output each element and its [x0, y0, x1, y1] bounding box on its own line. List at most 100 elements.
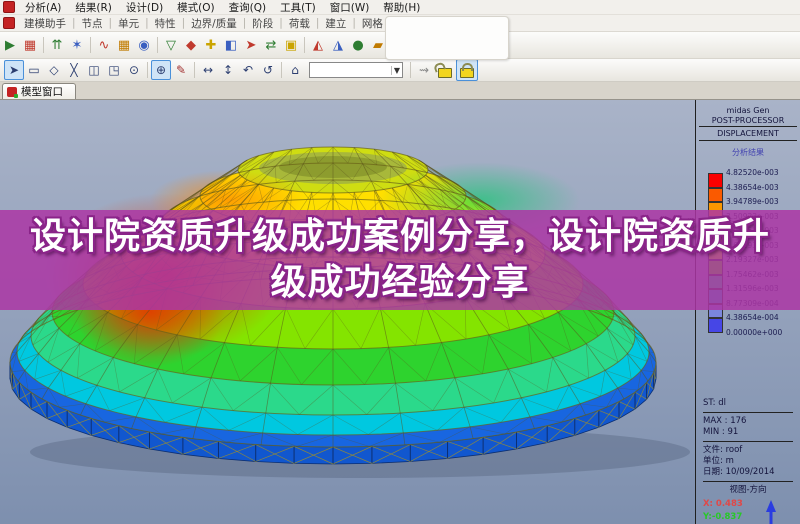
view-direction-y: Y:-0.837 [703, 511, 749, 524]
ribbon-tab-node[interactable]: 节点 [76, 16, 109, 31]
buckling-mode-icon[interactable]: ⇄ [261, 35, 281, 55]
dynamic-zoom-icon[interactable]: ↕ [218, 60, 238, 80]
menu-mode[interactable]: 模式(O) [170, 0, 221, 15]
view-prev-icon[interactable]: ↶ [238, 60, 258, 80]
vibration-mode-icon[interactable]: ➤ [241, 35, 261, 55]
midas-gen-window: 分析(A)结果(R)设计(D)模式(O)查询(Q)工具(T)窗口(W)帮助(H)… [0, 0, 800, 524]
chevron-down-icon[interactable]: ▼ [391, 66, 402, 75]
plate-force-icon[interactable]: ✚ [201, 35, 221, 55]
toolbar-separator [194, 62, 195, 78]
banner-text-line1: 设计院资质升级成功案例分享，设计院资质升 [30, 214, 770, 260]
truss-force-icon[interactable]: ◆ [181, 35, 201, 55]
midas-logo-icon [7, 87, 17, 97]
brand-label: midas Gen [696, 106, 800, 115]
max-node-label: MAX : 176 [703, 416, 793, 427]
min-node-label: MIN : 91 [703, 427, 793, 438]
load-case-label: ST: dl [703, 398, 793, 409]
view-toolbar: ➤▭◇╳◫◳⊙ ⊕✎ ↔↕↶↺ ⌂ ▼ ⇝ [0, 59, 800, 82]
view-toolbar-icons: ➤▭◇╳◫◳⊙ ⊕✎ ↔↕↶↺ ⌂ [4, 60, 305, 80]
divider [703, 481, 793, 482]
named-view-combobox[interactable]: ▼ [309, 62, 403, 78]
model-viewport[interactable]: midas Gen POST-PROCESSOR DISPLACEMENT 分析… [0, 100, 800, 524]
floating-toolbar-panel [385, 16, 509, 60]
menu-design[interactable]: 设计(D) [119, 0, 170, 15]
animate-contour-icon[interactable]: ⇝ [414, 60, 434, 80]
ribbon-tab-properties[interactable]: 特性 [149, 16, 182, 31]
unit-label: 单位: m [703, 456, 793, 467]
view-direction-values: X: 0.483 Y:-0.837 Z: 0.259 [703, 498, 749, 524]
ribbon-tab-stage[interactable]: 阶段 [246, 16, 279, 31]
menu-help[interactable]: 帮助(H) [376, 0, 427, 15]
menu-window[interactable]: 窗口(W) [323, 0, 377, 15]
deformation-icon[interactable]: ∿ [94, 35, 114, 55]
menu-tools[interactable]: 工具(T) [273, 0, 323, 15]
result-info-block: ST: dl MAX : 176 MIN : 91 文件: roof 单位: m… [696, 398, 800, 524]
menu-items: 分析(A)结果(R)设计(D)模式(O)查询(Q)工具(T)窗口(W)帮助(H) [18, 0, 427, 15]
menu-bar: 分析(A)结果(R)设计(D)模式(O)查询(Q)工具(T)窗口(W)帮助(H) [0, 0, 800, 15]
divider [703, 412, 793, 413]
influence-line-icon[interactable]: ● [348, 35, 368, 55]
view-direction-x: X: 0.483 [703, 498, 749, 511]
heat-result-icon[interactable]: ◭ [308, 35, 328, 55]
toolbar-separator [304, 37, 305, 53]
plane-stress-icon[interactable]: ◧ [221, 35, 241, 55]
legend-swatch [708, 188, 723, 203]
rotate-icon[interactable]: ↺ [258, 60, 278, 80]
analysis-run-icon[interactable]: ⇈ [47, 35, 67, 55]
beam-diagram-icon[interactable]: ▽ [161, 35, 181, 55]
menu-analysis[interactable]: 分析(A) [18, 0, 68, 15]
displacement-contour-icon[interactable]: ▦ [114, 35, 134, 55]
model-view-icon[interactable]: ▶ [0, 35, 20, 55]
select-window-icon[interactable]: ▭ [24, 60, 44, 80]
menu-query[interactable]: 查询(Q) [222, 0, 273, 15]
toolbar-separator [157, 37, 158, 53]
reaction-icon[interactable]: ✶ [67, 35, 87, 55]
ribbon-tab-mesh[interactable]: 网格 [356, 16, 389, 31]
render-icon[interactable]: ▦ [20, 35, 40, 55]
analysis-result-label: 分析结果 [696, 147, 800, 158]
stress-contour-icon[interactable]: ◉ [134, 35, 154, 55]
tendon-icon[interactable]: ◮ [328, 35, 348, 55]
ribbon-tab-modeling-assistant[interactable]: 建模助手 [18, 16, 72, 31]
legend-swatch [708, 173, 723, 188]
select-icon[interactable]: ➤ [4, 60, 24, 80]
date-label: 日期: 10/09/2014 [703, 467, 793, 478]
ribbon-tab-build[interactable]: 建立 [319, 16, 352, 31]
toolbar-separator [90, 37, 91, 53]
toolbar-dock: ▶▦ [0, 35, 40, 55]
named-view-icon[interactable]: ⌂ [285, 60, 305, 80]
ribbon-tab-load[interactable]: 荷载 [283, 16, 316, 31]
menu-results[interactable]: 结果(R) [68, 0, 119, 15]
select-intersect-icon[interactable]: ╳ [64, 60, 84, 80]
divider [703, 441, 793, 442]
postprocessor-label: POST-PROCESSOR [699, 116, 797, 127]
legend-value: 0.00000e+000 [726, 326, 782, 341]
zoom-window-icon[interactable]: ⊕ [151, 60, 171, 80]
toolbar-separator [410, 62, 411, 78]
select-polygon-icon[interactable]: ◇ [44, 60, 64, 80]
view-direction-block: X: 0.483 Y:-0.837 Z: 0.259 [703, 498, 793, 524]
axis-triad-icon [749, 498, 793, 524]
redraw-icon[interactable]: ✎ [171, 60, 191, 80]
select-plane-icon[interactable]: ◫ [84, 60, 104, 80]
toolbar-separator [147, 62, 148, 78]
app-icon [3, 1, 15, 13]
select-circle-icon[interactable]: ⊙ [124, 60, 144, 80]
lock-button[interactable] [456, 59, 478, 81]
window-tab-strip: 模型窗口 [0, 82, 800, 100]
select-volume-icon[interactable]: ◳ [104, 60, 124, 80]
legend-value: 3.94789e-003 [726, 195, 782, 210]
toolbar-grip-icon [3, 17, 15, 29]
lock-icon [460, 68, 474, 78]
stage-result-icon[interactable]: ▣ [281, 35, 301, 55]
tab-model-window[interactable]: 模型窗口 [2, 83, 76, 99]
legend-value: 4.38654e-003 [726, 181, 782, 196]
toolbar-separator [281, 62, 282, 78]
view-direction-title: 视图-方向 [703, 485, 793, 496]
overlay-banner: 设计院资质升级成功案例分享，设计院资质升 级成功经验分享 [0, 210, 800, 310]
pan-icon[interactable]: ↔ [198, 60, 218, 80]
ribbon-tab-boundary-mass[interactable]: 边界/质量 [185, 16, 243, 31]
unlock-icon [438, 68, 452, 78]
ribbon-tab-element[interactable]: 单元 [112, 16, 145, 31]
unlock-button[interactable] [434, 59, 456, 81]
